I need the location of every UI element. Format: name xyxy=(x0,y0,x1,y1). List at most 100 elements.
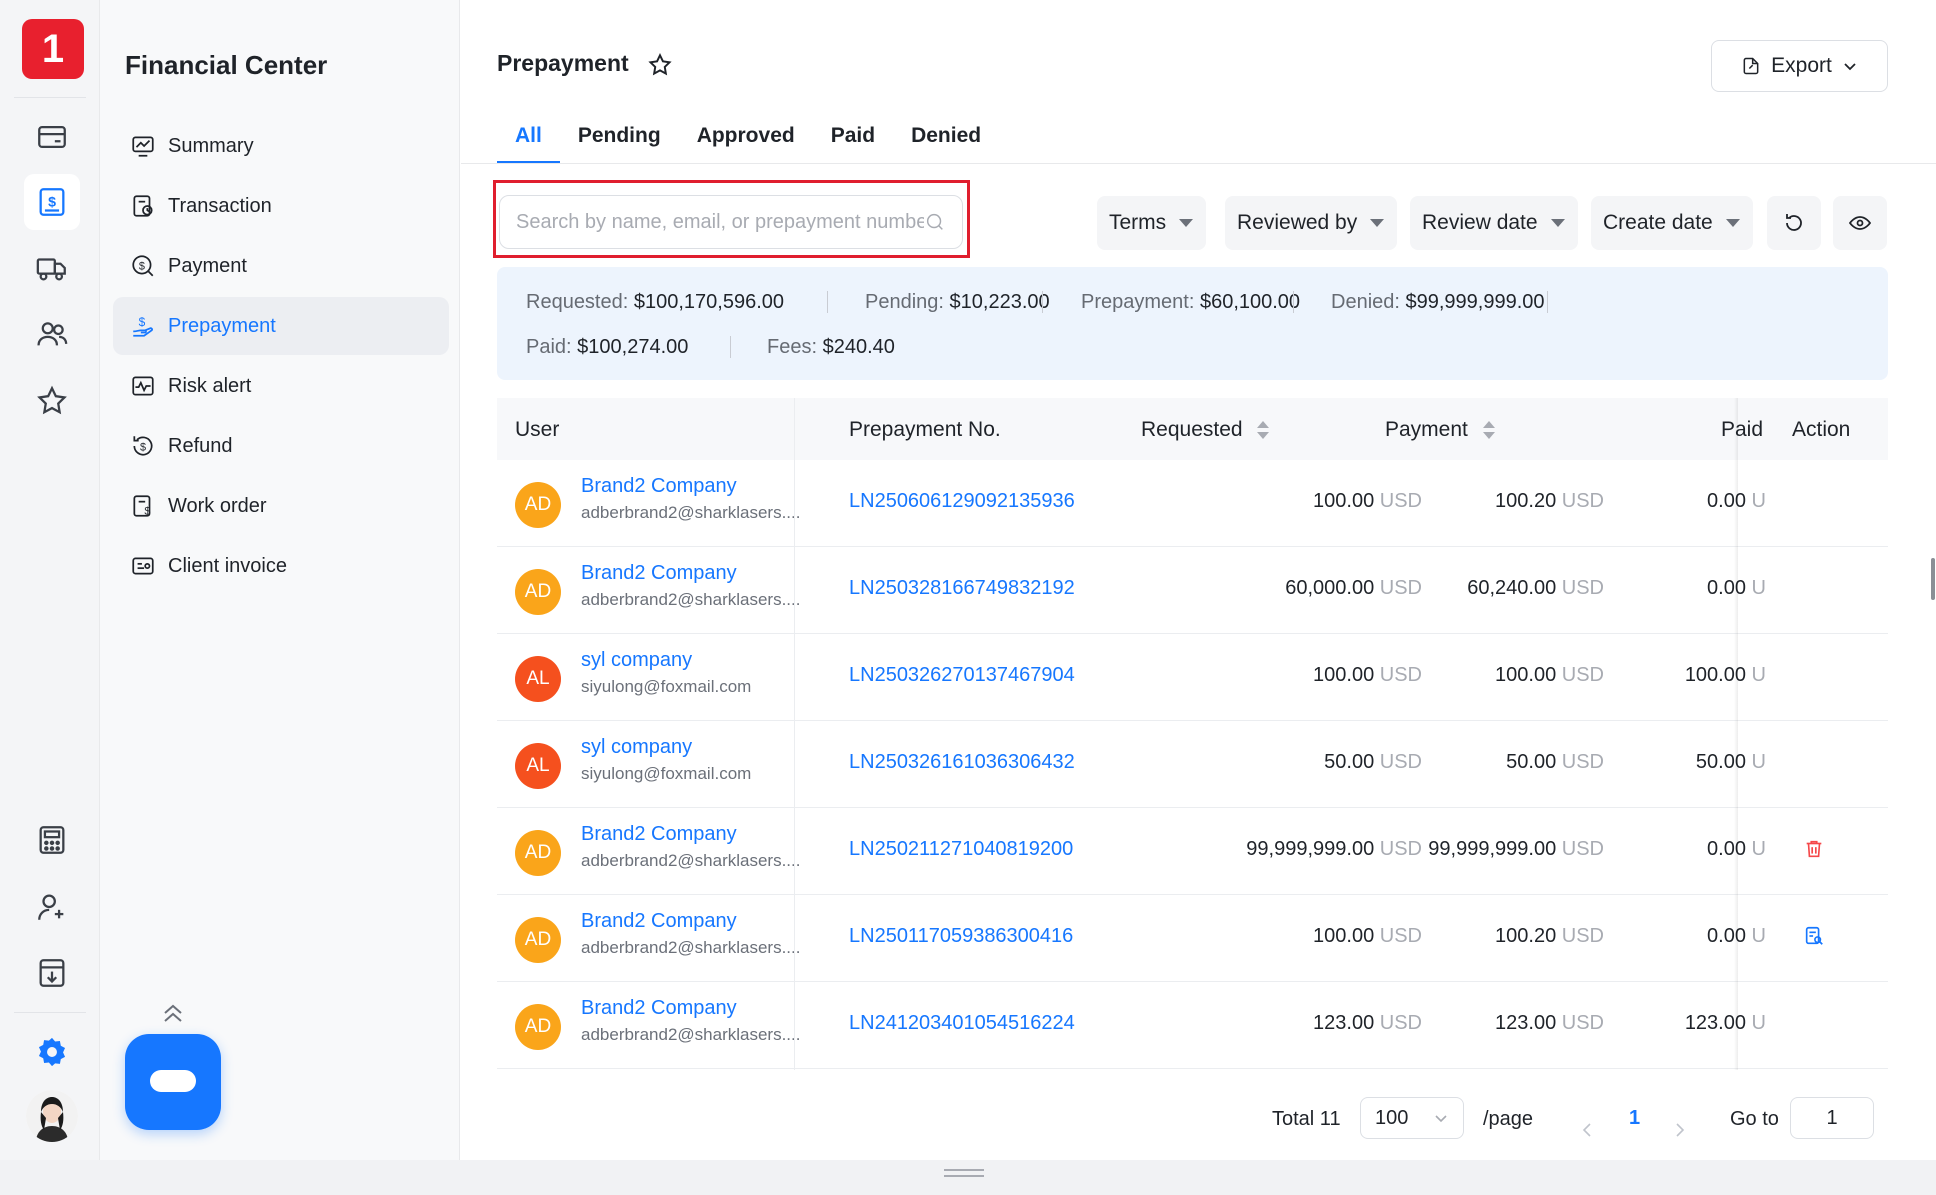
user-name-link[interactable]: syl company xyxy=(581,736,692,759)
prev-page-icon[interactable] xyxy=(1580,1109,1594,1151)
payment-amount: 100.20 USD xyxy=(1495,490,1604,512)
filter-terms[interactable]: Terms xyxy=(1097,196,1207,250)
side-menu-item-client-invoice[interactable]: Client invoice xyxy=(113,537,449,595)
user-add-icon[interactable] xyxy=(24,879,80,935)
export-button[interactable]: Export xyxy=(1711,40,1888,92)
stat-prepayment: Prepayment: $60,100.00 xyxy=(1081,291,1301,313)
user-avatar: AL xyxy=(515,743,561,789)
tab-paid[interactable]: Paid xyxy=(813,116,893,164)
prepayment-number-link[interactable]: LN250606129092135936 xyxy=(849,490,1075,513)
download-doc-icon[interactable] xyxy=(24,945,80,1001)
table-row[interactable]: AD Brand2 Company adberbrand2@sharklasers.… xyxy=(497,547,1888,634)
total-count: Total 11 xyxy=(1272,1108,1341,1130)
table-row[interactable]: AD Brand2 Company adberbrand2@sharklasers.… xyxy=(497,460,1888,547)
side-menu-item-prepayment[interactable]: $ Prepayment xyxy=(113,297,449,355)
truck-icon[interactable] xyxy=(24,240,80,296)
stat-divider xyxy=(1547,291,1548,313)
search-field[interactable] xyxy=(499,195,963,249)
next-page-icon[interactable] xyxy=(1673,1109,1687,1151)
payment-amount: 50.00 USD xyxy=(1506,751,1604,773)
stat-pending: Pending: $10,223.00 xyxy=(865,291,1050,313)
side-menu: Financial Center Summary Transaction $ P… xyxy=(100,0,460,1160)
table-header: User Prepayment No. Requested Payment Pa… xyxy=(497,398,1888,460)
side-menu-item-payment[interactable]: $ Payment xyxy=(113,237,449,295)
finance-icon[interactable]: $ xyxy=(24,174,80,230)
chat-button[interactable] xyxy=(125,1034,221,1130)
user-avatar: AD xyxy=(515,569,561,615)
prepayment-number-link[interactable]: LN241203401054516224 xyxy=(849,1012,1075,1035)
tab-approved[interactable]: Approved xyxy=(679,116,813,164)
user-avatar[interactable] xyxy=(26,1090,78,1142)
payment-amount: 100.20 USD xyxy=(1495,925,1604,947)
caret-down-icon xyxy=(1725,219,1740,227)
prepayment-number-link[interactable]: LN250326161036306432 xyxy=(849,751,1075,774)
user-name-link[interactable]: Brand2 Company xyxy=(581,562,737,585)
filter-create-date[interactable]: Create date xyxy=(1591,196,1753,250)
scroll-handle[interactable] xyxy=(1931,558,1935,600)
svg-text:$: $ xyxy=(140,441,146,453)
prepayment-number-link[interactable]: LN250328166749832192 xyxy=(849,577,1075,600)
filter-review-date[interactable]: Review date xyxy=(1410,196,1578,250)
page-number-current[interactable]: 1 xyxy=(1629,1107,1640,1149)
prepayment-number-link[interactable]: LN250211271040819200 xyxy=(849,838,1073,861)
main-panel: Prepayment Export All Pending Approved P… xyxy=(461,0,1936,1160)
prepayment-number-link[interactable]: LN250326270137467904 xyxy=(849,664,1075,687)
user-name-link[interactable]: Brand2 Company xyxy=(581,910,737,933)
side-menu-item-transaction[interactable]: Transaction xyxy=(113,177,449,235)
tab-pending[interactable]: Pending xyxy=(560,116,679,164)
table-row[interactable]: AL syl company siyulong@foxmail.com LN25032… xyxy=(497,721,1888,808)
requested-amount: 100.00 USD xyxy=(1313,490,1422,512)
invoice-icon xyxy=(132,557,154,575)
user-name-link[interactable]: syl company xyxy=(581,649,692,672)
favorite-star-icon[interactable] xyxy=(647,52,673,78)
search-input[interactable] xyxy=(516,210,924,234)
user-email: adberbrand2@sharklasers.... xyxy=(581,851,801,870)
delete-icon[interactable] xyxy=(1803,838,1825,865)
user-name-link[interactable]: Brand2 Company xyxy=(581,997,737,1020)
expand-up-icon[interactable] xyxy=(160,1002,186,1024)
resize-handle-icon[interactable] xyxy=(944,1168,984,1178)
table-row[interactable]: AD Brand2 Company adberbrand2@sharklasers.… xyxy=(497,808,1888,895)
col-prepayment-no: Prepayment No. xyxy=(849,418,1001,441)
filter-reviewed-by[interactable]: Reviewed by xyxy=(1225,196,1398,250)
user-name-link[interactable]: Brand2 Company xyxy=(581,823,737,846)
payment-amount: 60,240.00 USD xyxy=(1467,577,1604,599)
side-menu-item-risk-alert[interactable]: Risk alert xyxy=(113,357,449,415)
review-doc-icon[interactable] xyxy=(1803,925,1825,952)
settings-icon[interactable] xyxy=(24,1024,80,1080)
col-requested[interactable]: Requested xyxy=(1141,418,1270,442)
page-size-select[interactable]: 100 xyxy=(1360,1097,1464,1139)
table-row[interactable]: AL syl company siyulong@foxmail.com LN25032… xyxy=(497,634,1888,721)
svg-text:$: $ xyxy=(139,315,146,329)
stat-divider xyxy=(827,291,828,313)
side-menu-label: Refund xyxy=(168,434,233,457)
col-payment[interactable]: Payment xyxy=(1385,418,1496,442)
calculator-icon[interactable] xyxy=(24,812,80,868)
side-menu-label: Payment xyxy=(168,254,247,277)
users-icon[interactable] xyxy=(24,306,80,362)
filter-label: Terms xyxy=(1109,211,1167,234)
user-email: siyulong@foxmail.com xyxy=(581,764,752,783)
side-menu-item-work-order[interactable]: $ Work order xyxy=(113,477,449,535)
page-size-value: 100 xyxy=(1375,1106,1409,1129)
view-columns-button[interactable] xyxy=(1833,196,1887,250)
page-title: Prepayment xyxy=(497,50,629,76)
user-name-link[interactable]: Brand2 Company xyxy=(581,475,737,498)
side-menu-label: Work order xyxy=(168,494,267,517)
requested-amount: 100.00 USD xyxy=(1313,925,1422,947)
prepayment-number-link[interactable]: LN250117059386300416 xyxy=(849,925,1073,948)
side-menu-item-refund[interactable]: $ Refund xyxy=(113,417,449,475)
table-row[interactable]: AD Brand2 Company adberbrand2@sharklasers.… xyxy=(497,895,1888,982)
rail-divider xyxy=(14,1012,86,1013)
side-menu-item-summary[interactable]: Summary xyxy=(113,117,449,175)
table-row[interactable]: AD Brand2 Company adberbrand2@sharklasers.… xyxy=(497,982,1888,1069)
user-avatar: AD xyxy=(515,917,561,963)
goto-page-input[interactable]: 1 xyxy=(1790,1097,1874,1139)
app-logo[interactable]: 1 xyxy=(22,19,84,79)
refresh-button[interactable] xyxy=(1767,196,1821,250)
wallet-icon[interactable] xyxy=(24,109,80,165)
star-icon[interactable] xyxy=(24,373,80,429)
tab-denied[interactable]: Denied xyxy=(893,116,999,164)
tab-all[interactable]: All xyxy=(497,116,560,164)
user-email: adberbrand2@sharklasers.... xyxy=(581,503,801,522)
